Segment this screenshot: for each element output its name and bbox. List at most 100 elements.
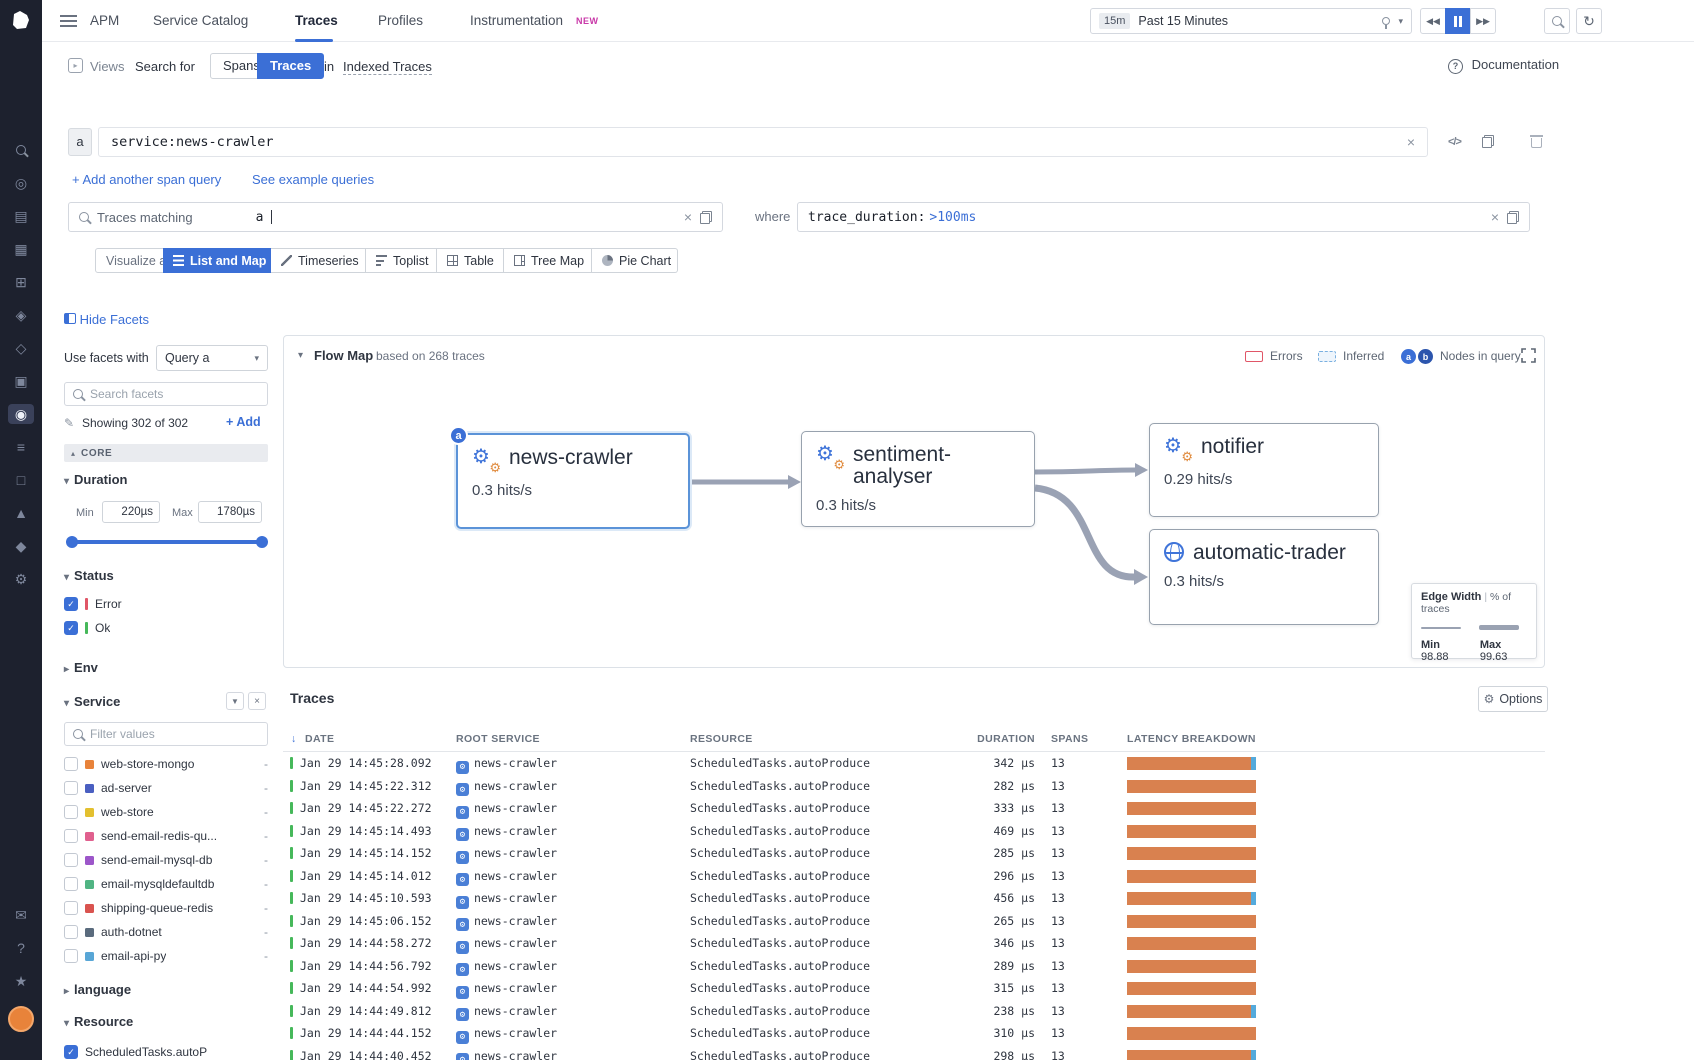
apm-icon[interactable]: ◉: [8, 404, 34, 424]
table-row[interactable]: Jan 29 14:44:49.812⚙news-crawlerSchedule…: [283, 1000, 1545, 1023]
duration-slider-track[interactable]: [72, 540, 262, 544]
copy-where-icon[interactable]: [1507, 211, 1519, 224]
table-row[interactable]: Jan 29 14:45:14.012⚙news-crawlerSchedule…: [283, 865, 1545, 888]
pause-button[interactable]: [1445, 8, 1471, 34]
add-span-query-link[interactable]: + Add another span query: [72, 172, 221, 187]
service-filter-input[interactable]: Filter values: [64, 722, 268, 746]
hide-facets-link[interactable]: Hide Facets: [64, 312, 149, 327]
facet-status-header[interactable]: ▾Status: [64, 568, 114, 583]
checkbox[interactable]: [64, 925, 78, 939]
table-row[interactable]: Jan 29 14:44:40.452⚙news-crawlerSchedule…: [283, 1045, 1545, 1060]
visualize-option-pie-chart[interactable]: Pie Chart: [592, 248, 678, 273]
flow-node-notifier[interactable]: ⚙⚙ notifier 0.29 hits/s: [1149, 423, 1379, 517]
profiling-icon[interactable]: ≡: [8, 437, 34, 457]
core-section-header[interactable]: ▴ CORE: [64, 444, 268, 462]
status-option-ok[interactable]: ✓Ok: [64, 616, 268, 640]
checkbox[interactable]: [64, 853, 78, 867]
zoom-out-button[interactable]: [1544, 8, 1570, 34]
search-icon[interactable]: [8, 140, 34, 160]
table-row[interactable]: Jan 29 14:45:10.593⚙news-crawlerSchedule…: [283, 887, 1545, 910]
table-row[interactable]: Jan 29 14:44:56.792⚙news-crawlerSchedule…: [283, 955, 1545, 978]
service-facet-send-email-redis-qu[interactable]: send-email-redis-qu...-: [64, 824, 268, 848]
views-button[interactable]: Views: [90, 59, 124, 74]
ci-icon[interactable]: ▣: [8, 371, 34, 391]
facet-duration-header[interactable]: ▾Duration: [64, 472, 127, 487]
clear-where-icon[interactable]: ×: [1491, 210, 1499, 224]
nav-item-service-catalog[interactable]: Service Catalog: [153, 0, 248, 42]
table-row[interactable]: Jan 29 14:44:54.992⚙news-crawlerSchedule…: [283, 977, 1545, 1000]
checkbox[interactable]: [64, 805, 78, 819]
nav-item-instrumentation[interactable]: Instrumentation: [470, 0, 563, 42]
checkbox[interactable]: [64, 829, 78, 843]
logs-icon[interactable]: ▤: [8, 206, 34, 226]
copy-query-icon[interactable]: [1482, 135, 1494, 148]
security-icon[interactable]: ▲: [8, 503, 34, 523]
duration-slider-max-handle[interactable]: [256, 536, 268, 548]
table-row[interactable]: Jan 29 14:45:14.493⚙news-crawlerSchedule…: [283, 820, 1545, 843]
duration-min-input[interactable]: 220µs: [102, 501, 160, 523]
checkbox[interactable]: ✓: [64, 597, 78, 611]
col-duration[interactable]: DURATION: [915, 728, 1035, 750]
flow-node-news-crawler[interactable]: a ⚙⚙ news-crawler 0.3 hits/s: [456, 433, 690, 529]
duration-slider-min-handle[interactable]: [66, 536, 78, 548]
table-row[interactable]: Jan 29 14:44:44.152⚙news-crawlerSchedule…: [283, 1022, 1545, 1045]
where-input[interactable]: trace_duration: >100ms ×: [797, 202, 1530, 232]
col-spans[interactable]: SPANS: [1051, 728, 1088, 750]
span-query-input[interactable]: service:news-crawler ×: [98, 127, 1428, 157]
error-tracking-icon[interactable]: ◆: [8, 536, 34, 556]
table-row[interactable]: Jan 29 14:44:58.272⚙news-crawlerSchedule…: [283, 932, 1545, 955]
search-facets-input[interactable]: Search facets: [64, 382, 268, 406]
code-view-icon[interactable]: </>: [1448, 136, 1461, 148]
settings-icon[interactable]: ⚙: [8, 569, 34, 589]
flow-node-sentiment-analyser[interactable]: ⚙⚙ sentiment-analyser 0.3 hits/s: [801, 431, 1035, 527]
indexed-traces-link[interactable]: Indexed Traces: [343, 59, 432, 75]
whats-new-icon[interactable]: ★: [8, 971, 34, 991]
flow-node-automatic-trader[interactable]: automatic-trader 0.3 hits/s: [1149, 529, 1379, 625]
nav-item-traces[interactable]: Traces: [295, 0, 338, 42]
table-row[interactable]: Jan 29 14:45:06.152⚙news-crawlerSchedule…: [283, 910, 1545, 933]
traces-toggle[interactable]: Traces: [257, 53, 324, 79]
service-filter-icon[interactable]: ▼: [226, 692, 244, 710]
service-facet-email-api-py[interactable]: email-api-py-: [64, 944, 268, 968]
col-resource[interactable]: RESOURCE: [690, 728, 753, 750]
metrics-icon[interactable]: ▦: [8, 239, 34, 259]
facet-env-header[interactable]: ▸Env: [64, 660, 98, 675]
table-row[interactable]: Jan 29 14:45:28.092⚙news-crawlerSchedule…: [283, 752, 1545, 775]
service-facet-shipping-queue-redis[interactable]: shipping-queue-redis-: [64, 896, 268, 920]
service-facet-ad-server[interactable]: ad-server-: [64, 776, 268, 800]
col-latency-breakdown[interactable]: LATENCY BREAKDOWN: [1127, 728, 1256, 750]
chat-icon[interactable]: ✉: [8, 905, 34, 925]
checkbox[interactable]: [64, 901, 78, 915]
time-forward-button[interactable]: ▶▶: [1470, 8, 1496, 34]
table-row[interactable]: Jan 29 14:45:22.272⚙news-crawlerSchedule…: [283, 797, 1545, 820]
help-icon[interactable]: ?: [8, 938, 34, 958]
time-backward-button[interactable]: ◀◀: [1420, 8, 1446, 34]
checkbox[interactable]: [64, 949, 78, 963]
delete-query-icon[interactable]: [1531, 135, 1542, 148]
checkbox[interactable]: ✓: [64, 621, 78, 635]
checkbox[interactable]: [64, 781, 78, 795]
service-facet-web-store[interactable]: web-store-: [64, 800, 268, 824]
facet-query-select[interactable]: Query a ▾: [156, 345, 268, 371]
see-example-queries-link[interactable]: See example queries: [252, 172, 374, 187]
service-facet-auth-dotnet[interactable]: auth-dotnet-: [64, 920, 268, 944]
nav-menu-icon[interactable]: [60, 15, 77, 27]
synthetics-icon[interactable]: ◇: [8, 338, 34, 358]
col-root-service[interactable]: ROOT SERVICE: [456, 728, 540, 750]
refresh-button[interactable]: ↻: [1576, 8, 1602, 34]
facet-service-header[interactable]: ▾Service: [64, 694, 120, 709]
service-facet-send-email-mysql-db[interactable]: send-email-mysql-db-: [64, 848, 268, 872]
nav-item-profiles[interactable]: Profiles: [378, 0, 423, 42]
visualize-option-timeseries[interactable]: Timeseries: [271, 248, 366, 273]
monitors-icon[interactable]: ◈: [8, 305, 34, 325]
watchdog-icon[interactable]: ◎: [8, 173, 34, 193]
user-avatar[interactable]: [8, 1006, 34, 1032]
options-button[interactable]: ⚙ Options: [1478, 686, 1548, 712]
notebooks-icon[interactable]: □: [8, 470, 34, 490]
documentation-link[interactable]: ? Documentation: [1448, 57, 1559, 74]
visualize-option-toplist[interactable]: Toplist: [366, 248, 437, 273]
copy-matching-icon[interactable]: [700, 211, 712, 224]
checkbox[interactable]: ✓: [64, 1045, 78, 1059]
table-row[interactable]: Jan 29 14:45:22.312⚙news-crawlerSchedule…: [283, 775, 1545, 798]
checkbox[interactable]: [64, 877, 78, 891]
